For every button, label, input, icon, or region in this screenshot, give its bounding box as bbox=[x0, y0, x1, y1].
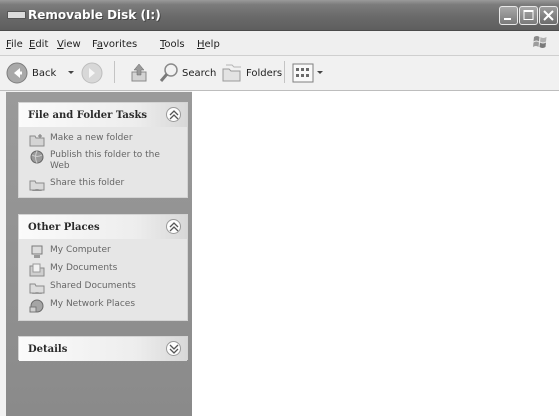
menu-edit[interactable]: Edit bbox=[29, 39, 48, 50]
task-pane: File and Folder Tasks Make a new folder … bbox=[6, 92, 192, 416]
menu-tools[interactable]: Tools bbox=[160, 39, 185, 50]
collapse-chevron-icon bbox=[169, 222, 179, 232]
back-button[interactable]: Back bbox=[6, 62, 56, 84]
globe-icon bbox=[30, 150, 44, 164]
folders-button[interactable]: Folders bbox=[221, 62, 282, 84]
place-shared-documents[interactable]: Shared Documents bbox=[29, 281, 176, 295]
search-button[interactable]: Search bbox=[158, 62, 216, 84]
maximize-icon bbox=[523, 10, 534, 20]
toolbar-separator bbox=[284, 61, 285, 83]
panel-title: File and Folder Tasks bbox=[28, 110, 148, 121]
panel-title: Other Places bbox=[28, 222, 100, 233]
other-places-panel: Other Places My Computer My Documents Sh… bbox=[18, 214, 188, 321]
panel-header[interactable]: Details bbox=[19, 337, 187, 361]
my-documents-icon bbox=[29, 263, 45, 277]
file-folder-tasks-panel: File and Folder Tasks Make a new folder … bbox=[18, 102, 188, 198]
menu-favorites[interactable]: Favorites bbox=[92, 39, 137, 50]
shared-documents-icon bbox=[29, 283, 45, 294]
panel-header[interactable]: File and Folder Tasks bbox=[19, 103, 187, 127]
search-icon bbox=[159, 63, 178, 82]
task-share-folder[interactable]: Share this folder bbox=[29, 178, 176, 192]
views-icon bbox=[292, 63, 314, 83]
menu-help[interactable]: Help bbox=[197, 39, 220, 50]
panel-header[interactable]: Other Places bbox=[19, 215, 187, 239]
folders-icon bbox=[222, 64, 241, 82]
place-my-documents[interactable]: My Documents bbox=[29, 263, 176, 277]
new-folder-icon bbox=[29, 134, 45, 147]
expand-chevron-icon bbox=[169, 344, 179, 354]
collapse-button[interactable] bbox=[166, 107, 181, 122]
toolbar-separator bbox=[114, 61, 115, 83]
close-button[interactable] bbox=[539, 6, 558, 25]
views-dropdown-icon bbox=[317, 70, 323, 74]
collapse-button[interactable] bbox=[166, 219, 181, 234]
expand-button[interactable] bbox=[166, 341, 181, 356]
menu-bar: File Edit View Favorites Tools Help bbox=[0, 31, 559, 56]
menu-file[interactable]: File bbox=[6, 39, 23, 50]
window-title: Removable Disk (I:) bbox=[28, 8, 161, 22]
file-list-area[interactable] bbox=[192, 91, 559, 416]
back-dropdown-icon[interactable] bbox=[68, 71, 75, 75]
views-button[interactable] bbox=[292, 63, 325, 83]
place-my-computer[interactable]: My Computer bbox=[29, 245, 176, 259]
task-make-new-folder[interactable]: Make a new folder bbox=[29, 133, 176, 147]
place-my-network-places[interactable]: My Network Places bbox=[29, 299, 176, 313]
my-computer-icon bbox=[31, 245, 43, 258]
panel-title: Details bbox=[28, 344, 68, 355]
network-places-icon bbox=[29, 299, 44, 313]
share-icon bbox=[29, 180, 45, 191]
title-bar[interactable]: Removable Disk (I:) bbox=[0, 0, 559, 31]
minimize-icon bbox=[504, 18, 511, 20]
toolbar: Back Search Folders bbox=[0, 56, 559, 91]
app-window-icon bbox=[7, 11, 26, 19]
maximize-button[interactable] bbox=[519, 6, 538, 25]
close-icon bbox=[543, 10, 554, 21]
task-publish-folder[interactable]: Publish this folder to the Web bbox=[29, 150, 176, 172]
forward-arrow-icon[interactable] bbox=[81, 62, 103, 84]
menu-view[interactable]: View bbox=[57, 39, 81, 50]
up-folder-icon[interactable] bbox=[129, 62, 149, 84]
windows-logo-icon bbox=[533, 36, 547, 48]
minimize-button[interactable] bbox=[499, 6, 518, 25]
details-panel: Details bbox=[18, 336, 188, 361]
back-arrow-icon bbox=[6, 62, 28, 84]
collapse-chevron-icon bbox=[169, 110, 179, 120]
